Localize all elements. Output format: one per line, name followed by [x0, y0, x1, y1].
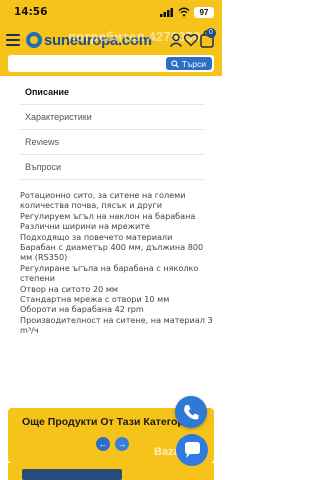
related-products-title: Още Продукти От Тази Категория [22, 416, 197, 428]
battery-indicator: 97 [194, 7, 214, 18]
signal-icon [160, 8, 173, 17]
status-bar: 14:56 97 [0, 0, 222, 26]
carousel-prev-button[interactable]: ← [96, 437, 110, 451]
product-thumbnail[interactable] [22, 469, 122, 480]
description-line: Обороти на барабана 42 rpm [20, 304, 144, 315]
description-line: Барабан с диаметър 400 мм, дължина 800 м… [20, 242, 204, 263]
description-line: Различни ширини на мрежите [20, 221, 150, 232]
search-button-label: Търси [181, 58, 206, 69]
search-bar: Търси [8, 55, 214, 72]
description-line: Регулируем ъгъл на наклон на барабана [20, 210, 196, 221]
cart-count-badge: 0 [206, 28, 216, 38]
phone-icon [184, 405, 199, 420]
description-line: Отвор на ситото 20 мм [20, 283, 119, 294]
product-tabs: Описание Характеристики Reviews Въпроси [20, 80, 204, 180]
chat-button[interactable] [176, 434, 208, 466]
status-time: 14:56 [14, 6, 48, 18]
logo-mark [26, 32, 42, 48]
chat-icon [185, 442, 200, 458]
carousel-next-button[interactable]: → [115, 437, 129, 451]
search-input[interactable] [8, 55, 166, 72]
tab-questions[interactable]: Въпроси [20, 155, 204, 180]
description-line: Ротационно сито, за ситене на големи кол… [20, 190, 186, 211]
description-line: Производителност на ситене, на материал … [20, 314, 213, 336]
description-line: Регулиране ъгъла на барабана с няколко с… [20, 262, 199, 284]
tab-description[interactable]: Описание [20, 80, 204, 105]
search-icon [171, 59, 179, 68]
site-header: suneuropa.com потребител 4279350 0 Търси [0, 26, 222, 76]
tab-reviews[interactable]: Reviews [20, 130, 204, 155]
search-button[interactable]: Търси [165, 57, 212, 70]
tab-characteristics[interactable]: Характеристики [20, 105, 204, 130]
product-description: Ротационно сито, за ситене на големи кол… [20, 190, 214, 336]
call-button[interactable] [175, 396, 207, 428]
description-line: Подходящо за повечето материали [20, 231, 173, 242]
description-line: Стандартна мрежа с отвори 10 мм [20, 294, 170, 305]
wifi-icon [178, 7, 190, 17]
user-icon[interactable] [168, 32, 184, 48]
menu-icon[interactable] [6, 34, 20, 46]
